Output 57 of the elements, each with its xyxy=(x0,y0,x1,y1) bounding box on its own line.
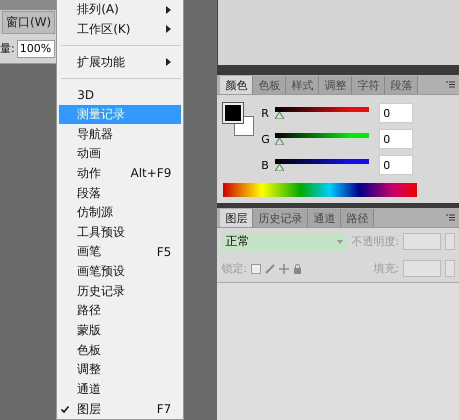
opacity-label: 不透明度: xyxy=(351,234,399,249)
dropdown-caret-icon xyxy=(337,240,344,244)
channel-slider[interactable] xyxy=(275,133,370,145)
lock-label: 锁定: xyxy=(221,261,247,276)
menu-item[interactable]: 画笔预设 xyxy=(59,262,182,282)
channel-slider[interactable] xyxy=(275,159,370,171)
menu-item[interactable]: 调整 xyxy=(59,360,182,380)
menu-item[interactable]: 蒙版 xyxy=(59,320,182,340)
panel-tab[interactable]: 色板 xyxy=(253,76,286,94)
channel-label: B xyxy=(261,158,270,172)
color-spectrum[interactable] xyxy=(223,183,418,197)
menu-item[interactable]: 画笔 F5 xyxy=(59,242,182,262)
panel-menu-icon[interactable] xyxy=(446,214,455,221)
channel-value-field[interactable]: 0 xyxy=(379,103,414,123)
menu-item[interactable]: 工作区(K) xyxy=(59,20,182,40)
menu-item[interactable]: 导航器 xyxy=(59,124,182,144)
fill-field[interactable] xyxy=(403,260,441,277)
menu-item[interactable]: 通道 xyxy=(59,380,182,400)
channel-slider[interactable] xyxy=(275,107,370,119)
zoom-label: 量: xyxy=(0,41,15,56)
menu-item[interactable]: 动画 xyxy=(59,144,182,164)
menu-item[interactable]: 历史记录 xyxy=(59,281,182,302)
lock-transparency-icon[interactable] xyxy=(251,264,261,274)
panel-tab[interactable]: 历史记录 xyxy=(253,209,308,227)
menu-item[interactable]: 3D xyxy=(59,84,182,105)
brush-icon[interactable] xyxy=(265,264,275,274)
panel-menu-icon[interactable] xyxy=(446,81,455,88)
panel-tab[interactable]: 段落 xyxy=(385,76,418,94)
menu-item[interactable]: 排列(A) xyxy=(59,0,182,20)
foreground-swatch[interactable] xyxy=(223,103,244,123)
lock-icon[interactable] xyxy=(293,264,302,274)
panel-tab[interactable]: 样式 xyxy=(286,76,320,94)
zoom-field[interactable]: 100% xyxy=(16,40,55,58)
move-icon[interactable] xyxy=(279,264,289,274)
channel-label: G xyxy=(261,132,271,146)
menu-item[interactable]: 图层 F7 xyxy=(59,399,182,420)
menu-item[interactable]: 仿制源 xyxy=(59,202,182,222)
fill-label: 填充: xyxy=(373,261,399,276)
panel-tab[interactable]: 调整 xyxy=(319,76,352,94)
panel-tab[interactable]: 图层 xyxy=(220,209,254,227)
channel-value-field[interactable]: 0 xyxy=(379,129,414,149)
panel-tab[interactable]: 字符 xyxy=(352,76,386,94)
menu-item[interactable]: 段落 xyxy=(59,183,182,203)
menu-item[interactable]: 动作 Alt+F9 xyxy=(59,164,182,184)
channel-label: R xyxy=(261,106,270,120)
window-menu[interactable]: 窗口(W) xyxy=(2,10,56,34)
panel-tab[interactable]: 通道 xyxy=(308,209,342,227)
menu-item[interactable]: 工具预设 xyxy=(59,222,182,242)
menu-item[interactable]: 扩展功能 xyxy=(59,52,182,72)
menu-item[interactable]: 路径 xyxy=(59,301,182,321)
opacity-field[interactable] xyxy=(403,233,441,250)
panel-tab[interactable]: 颜色 xyxy=(220,76,254,94)
menu-item[interactable]: 色板 xyxy=(59,340,182,360)
channel-value-field[interactable]: 0 xyxy=(379,155,414,175)
toolbar-strip xyxy=(0,0,56,10)
blend-mode-dropdown[interactable]: 正常 xyxy=(221,232,348,250)
panel-tab[interactable]: 路径 xyxy=(341,209,374,227)
